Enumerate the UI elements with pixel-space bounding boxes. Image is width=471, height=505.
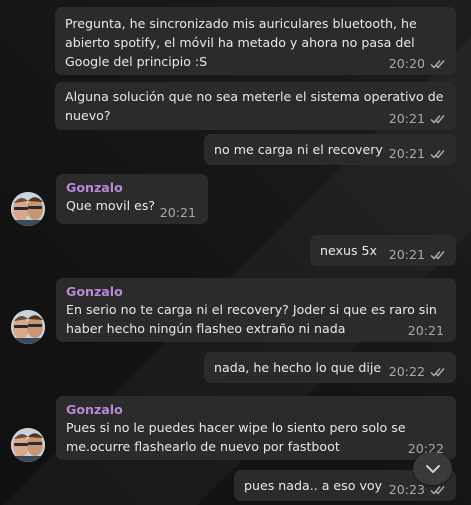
double-check-icon — [430, 485, 448, 495]
message-time: 20:21 — [388, 247, 425, 262]
message-outgoing[interactable]: Alguna solución que no sea meterle el si… — [55, 82, 456, 130]
message-outgoing[interactable]: nada, he hecho lo que dije 20:22 — [204, 352, 456, 383]
message-incoming[interactable]: Gonzalo Pues si no le puedes hacer wipe … — [56, 396, 456, 460]
message-time: 20:21 — [407, 323, 444, 338]
double-check-icon — [430, 59, 448, 69]
chevron-down-icon — [425, 459, 441, 478]
message-meta: 20:21 — [389, 248, 448, 262]
message-text: Pues si no le puedes hacer wipe lo sient… — [66, 420, 406, 454]
message-text: En serio no te carga ni el recovery? Jod… — [66, 302, 437, 336]
double-check-icon — [430, 114, 448, 124]
message-meta: 20:23 — [389, 483, 448, 497]
message-meta: 20:21 — [160, 206, 196, 220]
message-meta: 20:21 — [389, 147, 448, 161]
message-outgoing[interactable]: Pregunta, he sincronizado mis auriculare… — [55, 7, 456, 75]
message-meta: 20:22 — [389, 365, 448, 379]
scroll-to-bottom-button[interactable] — [413, 452, 452, 485]
message-outgoing[interactable]: no me carga ni el recovery 20:21 — [204, 134, 456, 165]
message-time: 20:22 — [388, 364, 425, 379]
double-check-icon — [430, 250, 448, 260]
message-incoming[interactable]: Gonzalo En serio no te carga ni el recov… — [56, 278, 456, 342]
message-incoming[interactable]: Gonzalo Que movil es? 20:21 — [56, 174, 208, 224]
sender-name[interactable]: Gonzalo — [66, 179, 198, 196]
avatar[interactable] — [11, 428, 45, 462]
message-meta: 20:21 — [389, 112, 448, 126]
avatar[interactable] — [11, 192, 45, 226]
message-time: 20:23 — [388, 482, 425, 497]
chat-area[interactable]: Pregunta, he sincronizado mis auriculare… — [0, 0, 471, 505]
message-time: 20:21 — [388, 146, 425, 161]
double-check-icon — [430, 149, 448, 159]
sender-name[interactable]: Gonzalo — [66, 283, 446, 300]
message-outgoing[interactable]: nexus 5x 20:21 — [310, 235, 456, 266]
message-time: 20:21 — [388, 111, 425, 126]
double-check-icon — [430, 367, 448, 377]
avatar[interactable] — [11, 310, 45, 344]
message-meta: 20:20 — [389, 57, 448, 71]
message-time: 20:20 — [388, 56, 425, 71]
message-meta: 20:21 — [408, 324, 444, 338]
message-time: 20:21 — [159, 205, 196, 220]
sender-name[interactable]: Gonzalo — [66, 401, 446, 418]
